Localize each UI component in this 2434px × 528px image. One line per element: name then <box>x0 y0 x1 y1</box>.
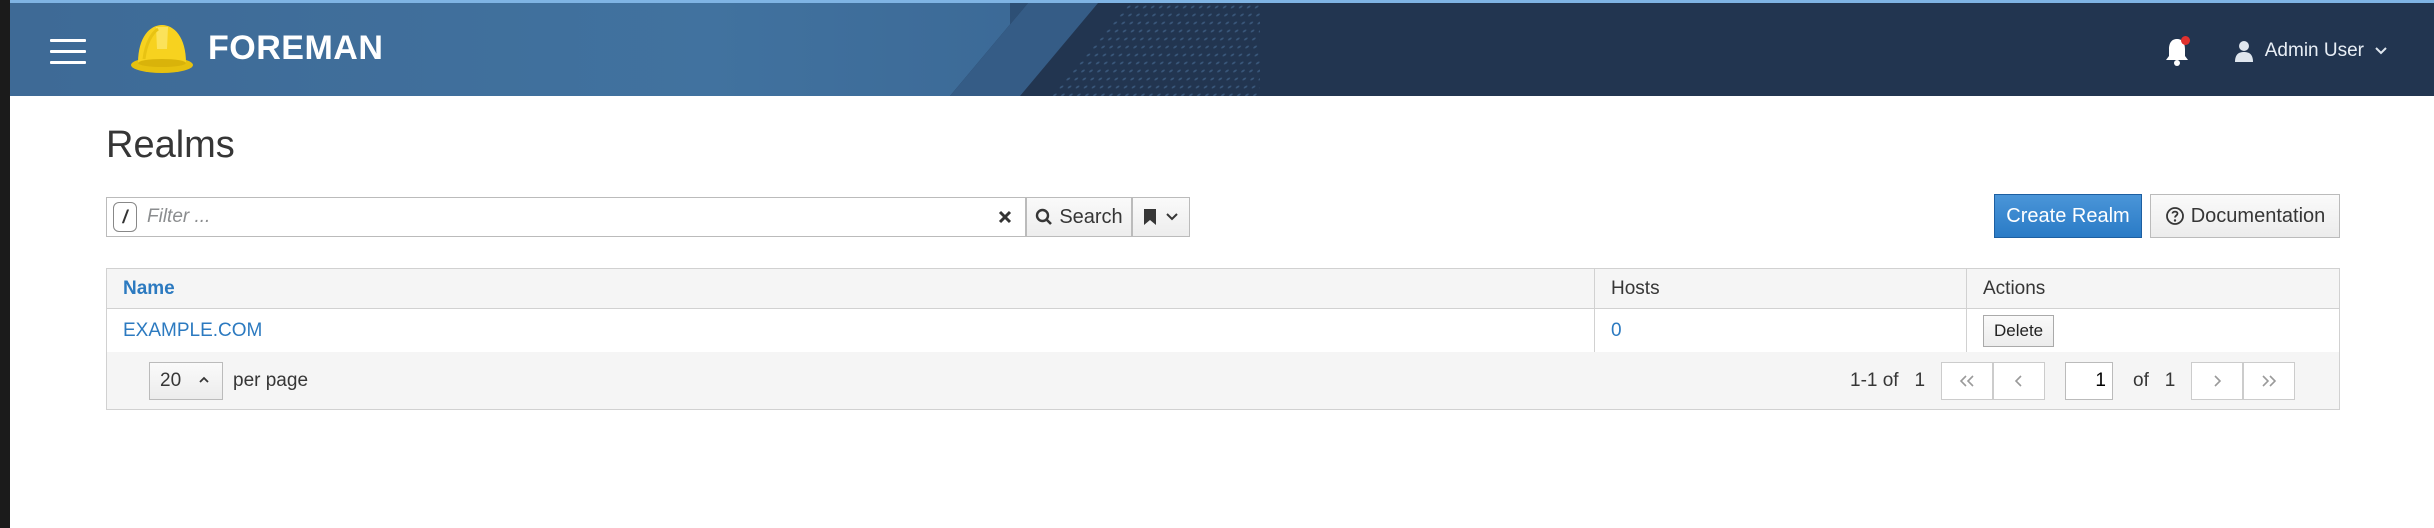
search-input[interactable] <box>145 205 993 229</box>
pagination-bar: 20 per page 1-1 of 1 of 1 <box>106 352 2340 410</box>
chevron-up-icon <box>199 376 209 383</box>
last-page-button[interactable] <box>2243 362 2295 400</box>
top-navbar: FOREMAN Admin User <box>10 0 2434 96</box>
help-circle-icon <box>2165 207 2184 225</box>
pagination-range: 1-1 of 1 <box>1850 370 1925 392</box>
documentation-label: Documentation <box>2190 204 2326 227</box>
current-page-input[interactable] <box>2065 362 2113 400</box>
total-pages: 1 <box>2164 370 2176 391</box>
next-page-button[interactable] <box>2191 362 2243 400</box>
left-edge-strip <box>0 0 10 528</box>
hosts-count-link[interactable]: 0 <box>1611 320 1622 341</box>
user-icon <box>2234 41 2253 62</box>
brand-logo[interactable]: FOREMAN <box>130 19 383 77</box>
slash-shortcut-key: / <box>113 202 137 232</box>
bookmark-dropdown-button[interactable] <box>1132 197 1190 237</box>
realms-table: Name Hosts Actions EXAMPLE.COM 0 Delete <box>106 268 2340 353</box>
previous-page-button[interactable] <box>1993 362 2045 400</box>
clear-icon[interactable] <box>993 205 1017 229</box>
column-header-name[interactable]: Name <box>106 268 1595 309</box>
user-name: Admin User <box>2264 40 2364 61</box>
table-header-row: Name Hosts Actions <box>106 268 2340 309</box>
double-chevron-right-icon <box>2262 375 2277 387</box>
hosts-cell: 0 <box>1594 308 1967 353</box>
chevron-right-icon <box>2214 375 2222 387</box>
per-page-label: per page <box>233 370 309 391</box>
search-button[interactable]: Search <box>1026 197 1132 237</box>
delete-button[interactable]: Delete <box>1983 314 2055 347</box>
realm-name-cell: EXAMPLE.COM <box>106 308 1595 353</box>
helmet-icon <box>131 25 193 73</box>
chevron-down-icon <box>1166 213 1178 221</box>
brand-name: FOREMAN <box>208 28 384 67</box>
search-icon <box>1036 208 1053 225</box>
first-page-button[interactable] <box>1941 362 1993 400</box>
column-header-actions: Actions <box>1966 268 2340 309</box>
realm-name-link[interactable]: EXAMPLE.COM <box>123 320 262 341</box>
notification-dot <box>2180 36 2190 45</box>
column-header-hosts: Hosts <box>1594 268 1967 309</box>
per-page-select[interactable]: 20 <box>149 362 223 400</box>
chevron-down-icon <box>2375 47 2387 55</box>
double-chevron-left-icon <box>1959 375 1974 387</box>
create-realm-button[interactable]: Create Realm <box>1994 194 2142 238</box>
navbar-right: Admin User <box>2163 3 2400 96</box>
page-title: Realms <box>106 124 235 166</box>
total-pages-label: of 1 <box>2133 370 2175 392</box>
user-menu[interactable]: Admin User <box>2234 40 2400 62</box>
range-total: 1 <box>1914 370 1926 391</box>
notifications-bell-icon[interactable] <box>2163 36 2191 66</box>
hamburger-menu-icon[interactable] <box>50 39 86 65</box>
documentation-button[interactable]: Documentation <box>2150 194 2340 238</box>
search-bar: / <box>106 197 1026 237</box>
chevron-left-icon <box>2014 375 2022 387</box>
per-page-value: 20 <box>160 370 182 391</box>
range-text: 1-1 of <box>1850 370 1899 391</box>
search-button-label: Search <box>1059 205 1123 228</box>
of-text: of <box>2133 370 2149 391</box>
bookmark-icon <box>1144 209 1156 225</box>
table-row: EXAMPLE.COM 0 Delete <box>106 308 2340 353</box>
actions-cell: Delete <box>1966 308 2340 353</box>
